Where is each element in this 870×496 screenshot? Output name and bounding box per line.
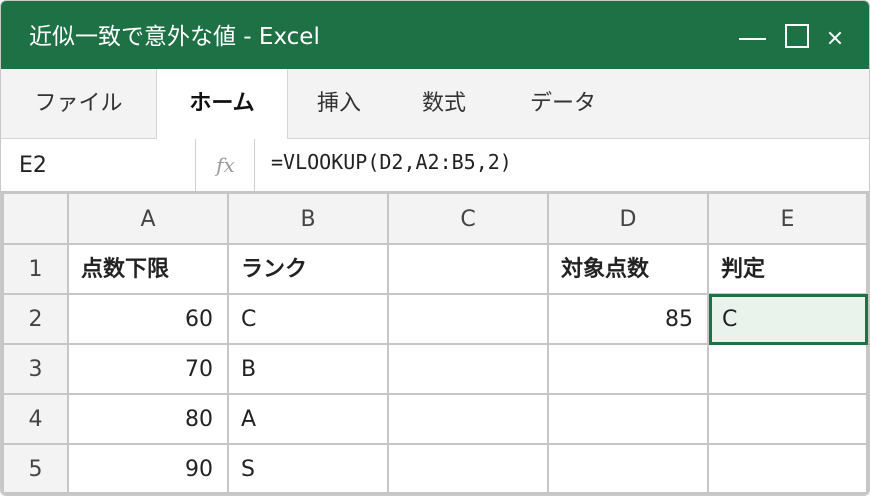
cell-c2[interactable] [389,295,547,343]
fx-icon[interactable]: fx [197,139,255,191]
title-bar: 近似一致で意外な値 - Excel [1,1,869,69]
cell-c3[interactable] [389,345,547,393]
row-header-3[interactable]: 3 [4,345,67,393]
formula-bar: E2 fx =VLOOKUP(D2,A2:B5,2) [1,139,869,192]
row-header-4[interactable]: 4 [4,395,67,443]
spreadsheet-grid: A B C D E 1 点数下限 ランク 対象点数 判定 2 60 C 85 C… [1,191,869,495]
cell-a4[interactable]: 80 [69,395,227,443]
cell-d3[interactable] [549,345,707,393]
select-all-corner[interactable] [4,194,67,243]
formula-input[interactable]: =VLOOKUP(D2,A2:B5,2) [271,139,512,191]
cell-d1[interactable]: 対象点数 [549,245,707,293]
tab-formulas[interactable]: 数式 [390,69,498,138]
cell-c1[interactable] [389,245,547,293]
cell-e5[interactable] [709,445,866,492]
cell-b3[interactable]: B [229,345,387,393]
cell-c4[interactable] [389,395,547,443]
column-header-b[interactable]: B [229,194,387,243]
window-title: 近似一致で意外な値 - Excel [29,24,320,50]
cell-a1[interactable]: 点数下限 [69,245,227,293]
cell-a5[interactable]: 90 [69,445,227,492]
column-header-a[interactable]: A [69,194,227,243]
column-header-c[interactable]: C [389,194,547,243]
column-header-d[interactable]: D [549,194,707,243]
tab-home[interactable]: ホーム [156,69,288,139]
maximize-icon[interactable] [785,1,811,69]
cell-b5[interactable]: S [229,445,387,492]
cell-d5[interactable] [549,445,707,492]
close-icon[interactable] [824,1,848,69]
column-header-e[interactable]: E [709,194,866,243]
row-header-1[interactable]: 1 [4,245,67,293]
excel-window: 近似一致で意外な値 - Excel ファイル ホーム 挿入 数式 データ E2 … [0,0,870,496]
cell-d2[interactable]: 85 [549,295,707,343]
minimize-icon[interactable] [737,1,769,69]
ribbon-tabs: ファイル ホーム 挿入 数式 データ [1,69,869,139]
cell-b4[interactable]: A [229,395,387,443]
cell-b1[interactable]: ランク [229,245,387,293]
cell-e3[interactable] [709,345,866,393]
name-box[interactable]: E2 [1,139,196,191]
cell-d4[interactable] [549,395,707,443]
row-header-5[interactable]: 5 [4,445,67,492]
cell-c5[interactable] [389,445,547,492]
cell-a3[interactable]: 70 [69,345,227,393]
tab-file[interactable]: ファイル [1,69,156,138]
cell-e1[interactable]: 判定 [709,245,866,293]
row-header-2[interactable]: 2 [4,295,67,343]
tab-data[interactable]: データ [498,69,628,138]
cell-a2[interactable]: 60 [69,295,227,343]
tab-insert[interactable]: 挿入 [288,69,390,138]
cell-b2[interactable]: C [229,295,387,343]
cell-e4[interactable] [709,395,866,443]
cell-e2-selected[interactable]: C [709,294,868,345]
